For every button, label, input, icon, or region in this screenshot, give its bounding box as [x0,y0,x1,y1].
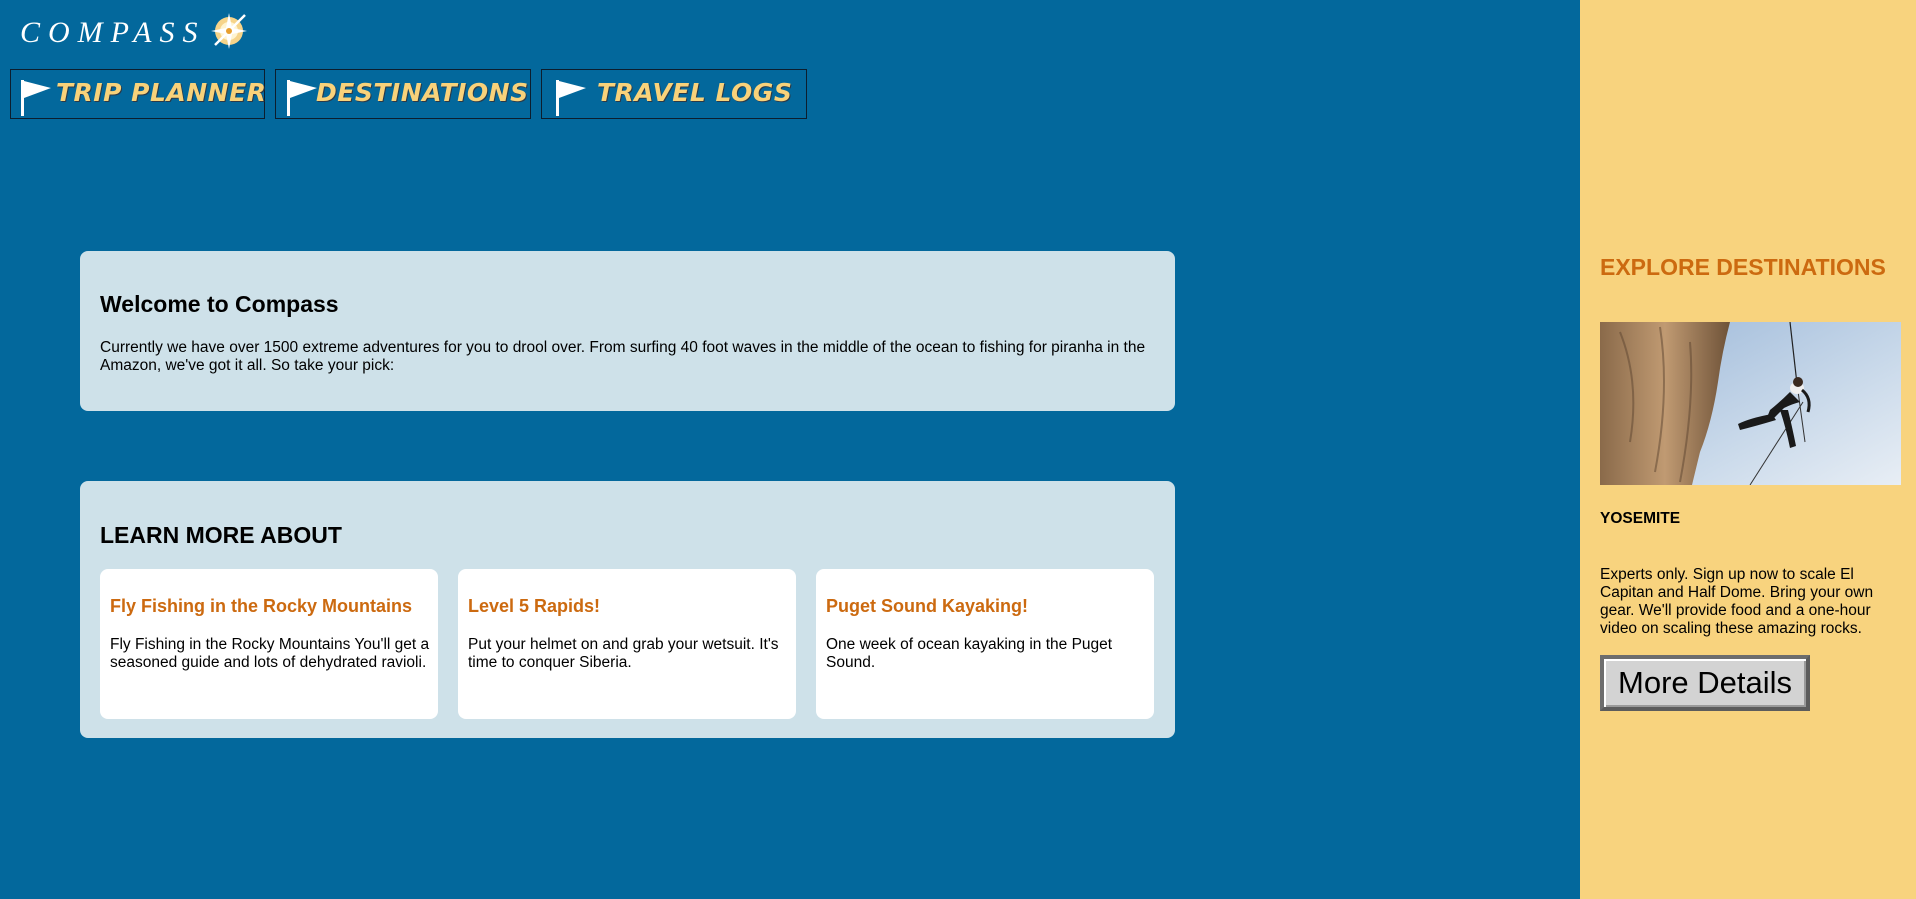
compass-star-icon [211,13,248,49]
card-body: One week of ocean kayaking in the Puget … [826,636,1113,671]
flag-icon [287,80,317,116]
card-level-5-rapids[interactable]: Level 5 Rapids! Put your helmet on and g… [458,569,796,719]
sidebar-title: EXPLORE DESTINATIONS [1600,254,1886,280]
compass-logo[interactable]: COMPASS [20,12,251,54]
learn-more-panel: LEARN MORE ABOUT Fly Fishing in the Rock… [80,481,1175,738]
destination-name: YOSEMITE [1600,510,1681,527]
flag-icon [21,80,51,116]
nav-label: DESTINATIONS [316,78,529,107]
card-fly-fishing[interactable]: Fly Fishing in the Rocky Mountains Fly F… [100,569,438,719]
card-title[interactable]: Level 5 Rapids! [468,596,788,617]
learn-more-title: LEARN MORE ABOUT [100,522,342,548]
welcome-title: Welcome to Compass [100,291,339,317]
card-body: Fly Fishing in the Rocky Mountains You'l… [110,636,430,671]
brand-name: COMPASS [20,16,206,49]
card-title[interactable]: Puget Sound Kayaking! [826,596,1146,617]
learn-more-cards: Fly Fishing in the Rocky Mountains Fly F… [100,569,1174,719]
nav-destinations[interactable]: DESTINATIONS [275,69,531,119]
welcome-panel: Welcome to Compass Currently we have ove… [80,251,1175,411]
main-nav: TRIP PLANNER DESTINATIONS TRAVEL LOGS [10,69,817,119]
more-details-button[interactable]: More Details [1600,655,1810,711]
explore-sidebar: EXPLORE DESTINATIONS YOSEMITE Experts on… [1580,0,1916,899]
welcome-body: Currently we have over 1500 extreme adve… [100,339,1146,374]
card-body: Put your helmet on and grab your wetsuit… [468,636,779,671]
nav-travel-logs[interactable]: TRAVEL LOGS [541,69,807,119]
destination-description: Experts only. Sign up now to scale El Ca… [1600,566,1874,637]
rock-climber-photo [1600,322,1901,485]
card-puget-sound-kayaking[interactable]: Puget Sound Kayaking! One week of ocean … [816,569,1154,719]
card-title[interactable]: Fly Fishing in the Rocky Mountains [110,596,430,617]
flag-icon [556,80,586,116]
nav-label: TRAVEL LOGS [597,78,793,107]
nav-label: TRIP PLANNER [56,78,267,107]
nav-trip-planner[interactable]: TRIP PLANNER [10,69,267,119]
